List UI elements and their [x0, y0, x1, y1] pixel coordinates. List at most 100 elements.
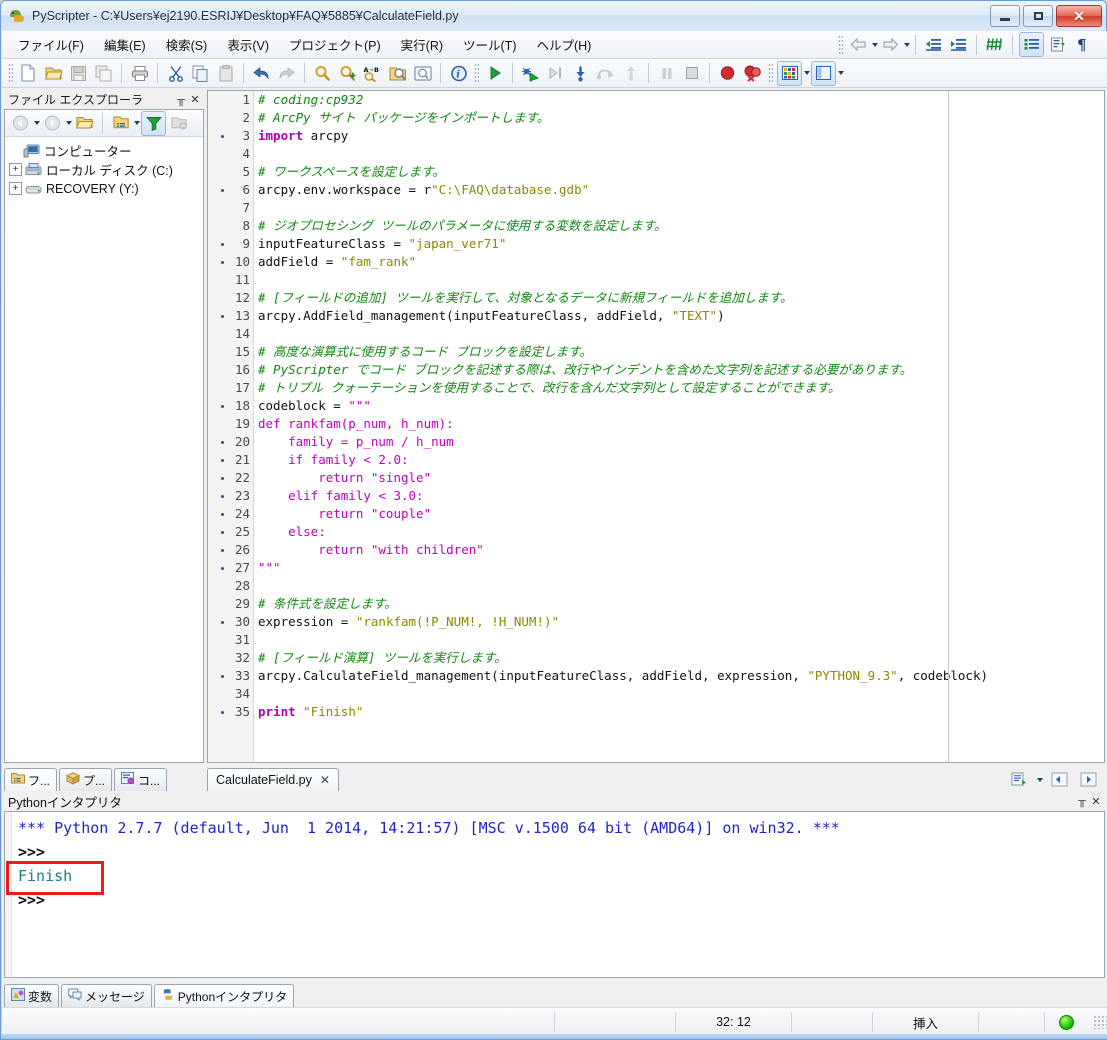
- bookmark-marker[interactable]: [208, 109, 230, 127]
- panels-icon[interactable]: [811, 60, 836, 86]
- bookmark-marker[interactable]: [208, 127, 230, 145]
- code-line[interactable]: arcpy.env.workspace = r"C:\FAQ\database.…: [258, 181, 1104, 199]
- paste-icon[interactable]: [214, 62, 237, 85]
- hash-comment-icon[interactable]: [983, 33, 1006, 56]
- code-line[interactable]: inputFeatureClass = "japan_ver71": [258, 235, 1104, 253]
- bookmark-marker[interactable]: [208, 145, 230, 163]
- menu-tools[interactable]: ツール(T): [453, 31, 526, 58]
- layout-dropdown-icon[interactable]: [804, 71, 810, 75]
- bookmark-marker[interactable]: [208, 613, 230, 631]
- code-line[interactable]: if family < 2.0:: [258, 451, 1104, 469]
- close-panel-icon[interactable]: ✕: [1089, 794, 1103, 808]
- close-tab-icon[interactable]: ✕: [320, 773, 330, 787]
- breakpoint-icon[interactable]: [716, 62, 739, 85]
- browse-path-dropdown-icon[interactable]: [134, 121, 140, 125]
- menu-file[interactable]: ファイル(F): [8, 31, 94, 58]
- bookmark-marker[interactable]: [208, 631, 230, 649]
- tree-item-recovery[interactable]: + RECOVERY (Y:): [9, 179, 203, 198]
- forward-dropdown-icon[interactable]: [904, 42, 910, 47]
- close-panel-icon[interactable]: ✕: [188, 93, 202, 107]
- code-line[interactable]: # トリプル クォーテーションを使用することで、改行を含んだ文字列として設定する…: [258, 379, 1104, 397]
- bookmark-marker[interactable]: [208, 685, 230, 703]
- code-line[interactable]: """: [258, 559, 1104, 577]
- code-line[interactable]: # 高度な演算式に使用するコード ブロックを設定します。: [258, 343, 1104, 361]
- run-to-cursor-icon[interactable]: [619, 62, 642, 85]
- bookmark-marker[interactable]: [208, 163, 230, 181]
- bookmark-marker[interactable]: [208, 523, 230, 541]
- back-nav-dropdown-icon[interactable]: [34, 121, 40, 125]
- open-folder-icon[interactable]: [73, 112, 96, 135]
- indent-decrease-icon[interactable]: [922, 33, 945, 56]
- find-icon[interactable]: [311, 62, 334, 85]
- interpreter-output[interactable]: *** Python 2.7.7 (default, Jun 1 2014, 1…: [4, 811, 1105, 978]
- bookmark-marker[interactable]: [208, 271, 230, 289]
- pin-icon[interactable]: ╥: [1075, 794, 1089, 808]
- syntax-check-icon[interactable]: i: [447, 62, 470, 85]
- bookmark-marker[interactable]: [208, 505, 230, 523]
- bookmark-marker[interactable]: [208, 433, 230, 451]
- sort-lines-icon[interactable]: [1046, 33, 1069, 56]
- tab-messages[interactable]: メッセージ: [61, 984, 152, 1007]
- code-editor[interactable]: 1 2 3 4 5 6 7 8 9 10 11 12 13 14 15 16 17 18 19 20 21 22 23 24 2…: [207, 90, 1105, 763]
- bookmark-marker[interactable]: [208, 667, 230, 685]
- resize-grip[interactable]: [1093, 1015, 1107, 1029]
- code-line[interactable]: # PyScripter でコード ブロックを記述する際は、改行やインデントを含…: [258, 361, 1104, 379]
- code-line[interactable]: # ジオプロセシング ツールのパラメータに使用する変数を設定します。: [258, 217, 1104, 235]
- close-button[interactable]: ✕: [1056, 5, 1102, 27]
- code-line[interactable]: [258, 685, 1104, 703]
- goto-icon[interactable]: [411, 62, 434, 85]
- code-line[interactable]: import arcpy: [258, 127, 1104, 145]
- toolbar-grip[interactable]: [838, 34, 843, 55]
- code-line[interactable]: addField = "fam_rank": [258, 253, 1104, 271]
- bookmark-marker[interactable]: [208, 307, 230, 325]
- bookmark-marker[interactable]: [208, 541, 230, 559]
- tab-python-interpreter[interactable]: Pythonインタプリタ: [153, 984, 295, 1007]
- toolbar-grip[interactable]: [8, 63, 13, 83]
- bookmark-marker[interactable]: [208, 217, 230, 235]
- bookmark-marker[interactable]: [208, 487, 230, 505]
- menu-edit[interactable]: 編集(E): [94, 31, 156, 58]
- pin-icon[interactable]: ╥: [174, 93, 188, 107]
- code-content[interactable]: # coding:cp932 # ArcPy サイト パッケージをインポートします…: [254, 91, 1104, 762]
- code-line[interactable]: return "single": [258, 469, 1104, 487]
- code-line[interactable]: def rankfam(p_num, h_num):: [258, 415, 1104, 433]
- bookmark-marker[interactable]: [208, 559, 230, 577]
- code-line[interactable]: family = p_num / h_num: [258, 433, 1104, 451]
- bookmark-marker[interactable]: [208, 361, 230, 379]
- code-line[interactable]: arcpy.CalculateField_management(inputFea…: [258, 667, 1104, 685]
- cut-icon[interactable]: [164, 62, 187, 85]
- code-line[interactable]: expression = "rankfam(!P_NUM!, !H_NUM!)": [258, 613, 1104, 631]
- find-in-files-icon[interactable]: [386, 62, 409, 85]
- code-line[interactable]: [258, 577, 1104, 595]
- code-line[interactable]: print "Finish": [258, 703, 1104, 721]
- bookmark-marker[interactable]: [208, 181, 230, 199]
- back-dropdown-icon[interactable]: [872, 42, 878, 47]
- pause-icon[interactable]: [655, 62, 678, 85]
- toolbar-grip[interactable]: [474, 63, 479, 83]
- step-out-icon[interactable]: [594, 62, 617, 85]
- code-line[interactable]: [258, 325, 1104, 343]
- stop-icon[interactable]: [680, 62, 703, 85]
- code-line[interactable]: # 条件式を設定します。: [258, 595, 1104, 613]
- code-line[interactable]: # coding:cp932: [258, 91, 1104, 109]
- maximize-button[interactable]: [1023, 5, 1053, 27]
- debug-icon[interactable]: [519, 62, 542, 85]
- new-file-icon[interactable]: [17, 62, 40, 85]
- undo-icon[interactable]: [250, 62, 273, 85]
- bookmark-marker[interactable]: [208, 253, 230, 271]
- code-line[interactable]: [258, 199, 1104, 217]
- file-explorer-tree[interactable]: コンピューター + ローカル ディスク (C:) + RECOVERY (Y:): [5, 137, 203, 762]
- tab-calculatefield-py[interactable]: CalculateField.py ✕: [207, 768, 339, 791]
- code-line[interactable]: [258, 631, 1104, 649]
- save-all-icon[interactable]: [92, 62, 115, 85]
- copy-icon[interactable]: [189, 62, 212, 85]
- forward-arrow-icon[interactable]: [879, 33, 902, 56]
- filter-icon[interactable]: [141, 110, 166, 136]
- save-icon[interactable]: [67, 62, 90, 85]
- explore-icon[interactable]: [168, 112, 191, 135]
- bookmark-marker[interactable]: [208, 235, 230, 253]
- menu-search[interactable]: 検索(S): [156, 31, 218, 58]
- tab-project[interactable]: プ...: [59, 768, 113, 791]
- bookmark-marker[interactable]: [208, 379, 230, 397]
- menu-run[interactable]: 実行(R): [391, 31, 453, 58]
